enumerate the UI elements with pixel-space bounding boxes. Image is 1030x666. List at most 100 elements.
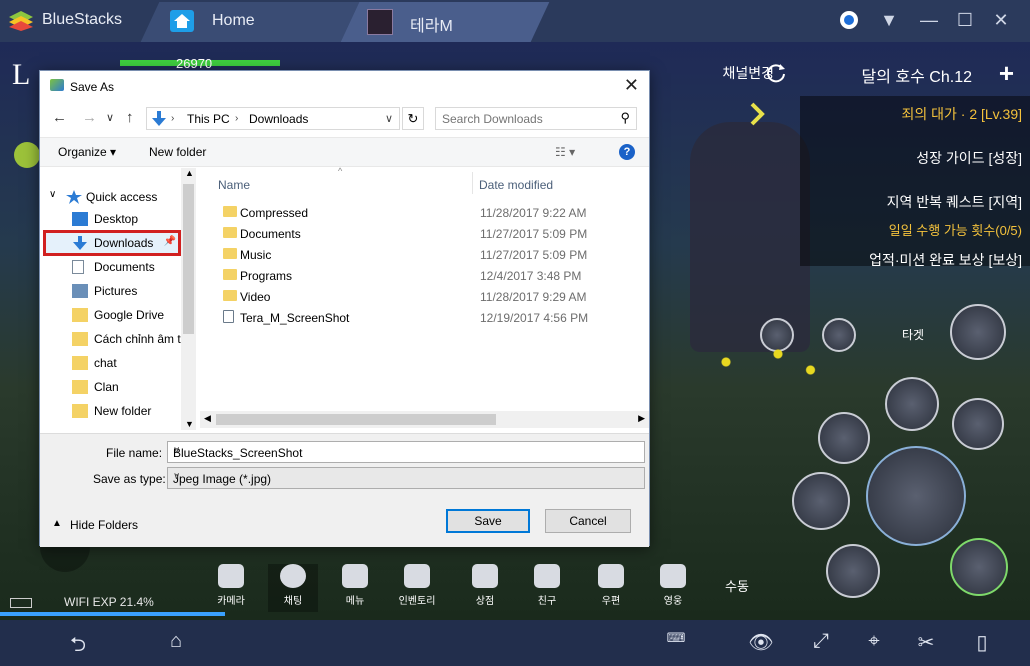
help-icon[interactable]: ? xyxy=(619,144,635,160)
menu-manual[interactable]: 수동 xyxy=(712,576,762,595)
menu-shop[interactable]: 상점 xyxy=(460,564,510,607)
folder-icon xyxy=(223,227,237,238)
quest-item[interactable]: 지역 반복 퀘스트 [지역] xyxy=(887,192,1022,212)
chevron-down-icon[interactable]: ∨ xyxy=(173,445,640,456)
recent-dropdown-icon[interactable]: ∨ xyxy=(106,111,114,124)
skill-button[interactable] xyxy=(950,304,1006,360)
file-row[interactable]: Documents 11/27/2017 5:09 PM xyxy=(218,223,638,244)
menu-hero[interactable]: 영웅 xyxy=(648,564,698,607)
minimize-icon[interactable]: — xyxy=(918,9,940,31)
skill-button[interactable] xyxy=(826,544,880,598)
scroll-thumb[interactable] xyxy=(183,184,194,334)
quest-item: 일일 수행 가능 횟수(0/5) xyxy=(888,223,1022,238)
menu-friends[interactable]: 친구 xyxy=(522,564,572,607)
nav-folder[interactable]: New folder xyxy=(40,400,196,422)
nav-documents[interactable]: Documents 📌 xyxy=(40,256,196,278)
crumb-downloads[interactable]: Downloads xyxy=(249,112,308,126)
eye-off-icon[interactable]: 👁 xyxy=(745,630,777,656)
phone-rotate-icon[interactable]: ▯ xyxy=(966,630,998,656)
file-row[interactable]: Compressed 11/28/2017 9:22 AM xyxy=(218,202,638,223)
organize-button[interactable]: Organize ▾ xyxy=(58,145,116,159)
refresh-channel-icon[interactable] xyxy=(765,62,787,84)
back-icon[interactable]: ← xyxy=(52,109,67,126)
skill-button[interactable] xyxy=(952,398,1004,450)
menu-camera[interactable]: 카메라 xyxy=(206,564,256,607)
nav-downloads[interactable]: Downloads 📌 xyxy=(43,230,181,256)
tree-trunk xyxy=(690,122,810,352)
quest-item[interactable]: 죄의 대가 · 2 [Lv.39] xyxy=(901,104,1022,124)
add-icon[interactable]: + xyxy=(999,58,1014,89)
view-options-icon[interactable]: ☷ ▾ xyxy=(555,145,575,159)
close-window-icon[interactable]: ✕ xyxy=(990,9,1012,31)
nav-folder[interactable]: Cách chỉnh âm t xyxy=(40,328,196,350)
hide-folders-icon[interactable]: ▲ xyxy=(52,518,62,529)
nav-desktop[interactable]: Desktop 📌 xyxy=(40,208,196,230)
player-marker[interactable] xyxy=(14,142,40,168)
skill-button[interactable] xyxy=(818,412,870,464)
folder-icon xyxy=(223,248,237,259)
save-button[interactable]: Save xyxy=(446,509,530,533)
address-bar[interactable]: › This PC › Downloads ∨ xyxy=(146,107,400,130)
emulator-toolbar: ⮌ ⌂ ⌨ 👁 ⤢ ⌖ ✂ ▯ xyxy=(0,620,1030,666)
address-dropdown-icon[interactable]: ∨ xyxy=(385,112,393,125)
quest-item[interactable]: 업적·미션 완료 보상 [보상] xyxy=(869,250,1022,270)
scissors-icon[interactable]: ✂ xyxy=(910,630,942,656)
search-field[interactable]: ⚲ xyxy=(435,107,637,130)
nav-google-drive[interactable]: Google Drive 📌 xyxy=(40,304,196,326)
nav-pictures[interactable]: Pictures 📌 xyxy=(40,280,196,302)
file-row[interactable]: Programs 12/4/2017 3:48 PM xyxy=(218,265,638,286)
home-icon[interactable]: ⌂ xyxy=(160,630,192,656)
new-folder-button[interactable]: New folder xyxy=(149,145,206,159)
hide-folders-button[interactable]: Hide Folders xyxy=(70,518,138,532)
cancel-button[interactable]: Cancel xyxy=(545,509,631,533)
quest-item[interactable]: 성장 가이드 [성장] xyxy=(916,148,1022,168)
search-input[interactable] xyxy=(442,109,612,128)
account-icon[interactable] xyxy=(838,9,860,31)
filename-input[interactable]: BlueStacks_ScreenShot ∨ xyxy=(167,441,645,463)
nav-folder[interactable]: Clan xyxy=(40,376,196,398)
skill-button[interactable] xyxy=(792,472,850,530)
tab-home-label: Home xyxy=(212,12,255,29)
horizontal-scrollbar[interactable]: ◀ ▶ xyxy=(200,411,649,428)
menu-mail[interactable]: 우편 xyxy=(586,564,636,607)
image-file-icon xyxy=(223,310,234,323)
skill-button[interactable] xyxy=(885,377,939,431)
expand-icon[interactable]: ∨ xyxy=(49,189,56,200)
refresh-icon[interactable]: ↻ xyxy=(402,107,424,130)
address-row: ← → ∨ ↑ › This PC › Downloads ∨ ↻ ⚲ xyxy=(40,105,649,133)
column-name[interactable]: Name xyxy=(218,178,250,192)
nav-folder[interactable]: chat xyxy=(40,352,196,374)
scroll-up-icon[interactable]: ▲ xyxy=(185,168,194,178)
crumb-this-pc[interactable]: This PC xyxy=(187,112,230,126)
close-icon[interactable]: ✕ xyxy=(624,75,639,96)
file-row[interactable]: Music 11/27/2017 5:09 PM xyxy=(218,244,638,265)
target-label[interactable]: 타겟 xyxy=(902,326,924,343)
column-date[interactable]: Date modified xyxy=(479,178,553,192)
nav-quick-access[interactable]: ∨ Quick access xyxy=(40,186,196,208)
scroll-down-icon[interactable]: ▼ xyxy=(185,419,194,429)
chevron-down-icon[interactable]: ∨ xyxy=(173,471,640,482)
back-icon[interactable]: ⮌ xyxy=(62,630,94,656)
scroll-right-icon[interactable]: ▶ xyxy=(638,413,645,424)
scroll-left-icon[interactable]: ◀ xyxy=(204,413,211,424)
menu-inventory[interactable]: 인벤토리 xyxy=(392,564,442,607)
keyboard-icon[interactable]: ⌨ xyxy=(660,630,692,656)
mail-icon xyxy=(598,564,624,588)
file-row[interactable]: Video 11/28/2017 9:29 AM xyxy=(218,286,638,307)
save-fields: File name: BlueStacks_ScreenShot ∨ Save … xyxy=(40,433,649,547)
up-icon[interactable]: ↑ xyxy=(126,109,134,126)
arrow-right-icon[interactable] xyxy=(748,102,768,126)
scroll-thumb[interactable] xyxy=(216,414,496,425)
forward-icon[interactable]: → xyxy=(82,109,97,126)
menu-menu[interactable]: 메뉴 xyxy=(330,564,380,607)
fullscreen-icon[interactable]: ⤢ xyxy=(805,630,837,656)
menu-chat[interactable]: 채팅 xyxy=(268,564,318,612)
maximize-icon[interactable]: ☐ xyxy=(954,9,976,31)
attack-button[interactable] xyxy=(866,446,966,546)
nav-scrollbar[interactable]: ▲ ▼ xyxy=(181,168,196,430)
file-row[interactable]: Tera_M_ScreenShot 12/19/2017 4:56 PM xyxy=(218,307,638,328)
save-type-select[interactable]: Jpeg Image (*.jpg) ∨ xyxy=(167,467,645,489)
location-icon[interactable]: ⌖ xyxy=(858,630,890,656)
shield-skill-button[interactable] xyxy=(950,538,1008,596)
dropdown-icon[interactable]: ▼ xyxy=(878,9,900,31)
